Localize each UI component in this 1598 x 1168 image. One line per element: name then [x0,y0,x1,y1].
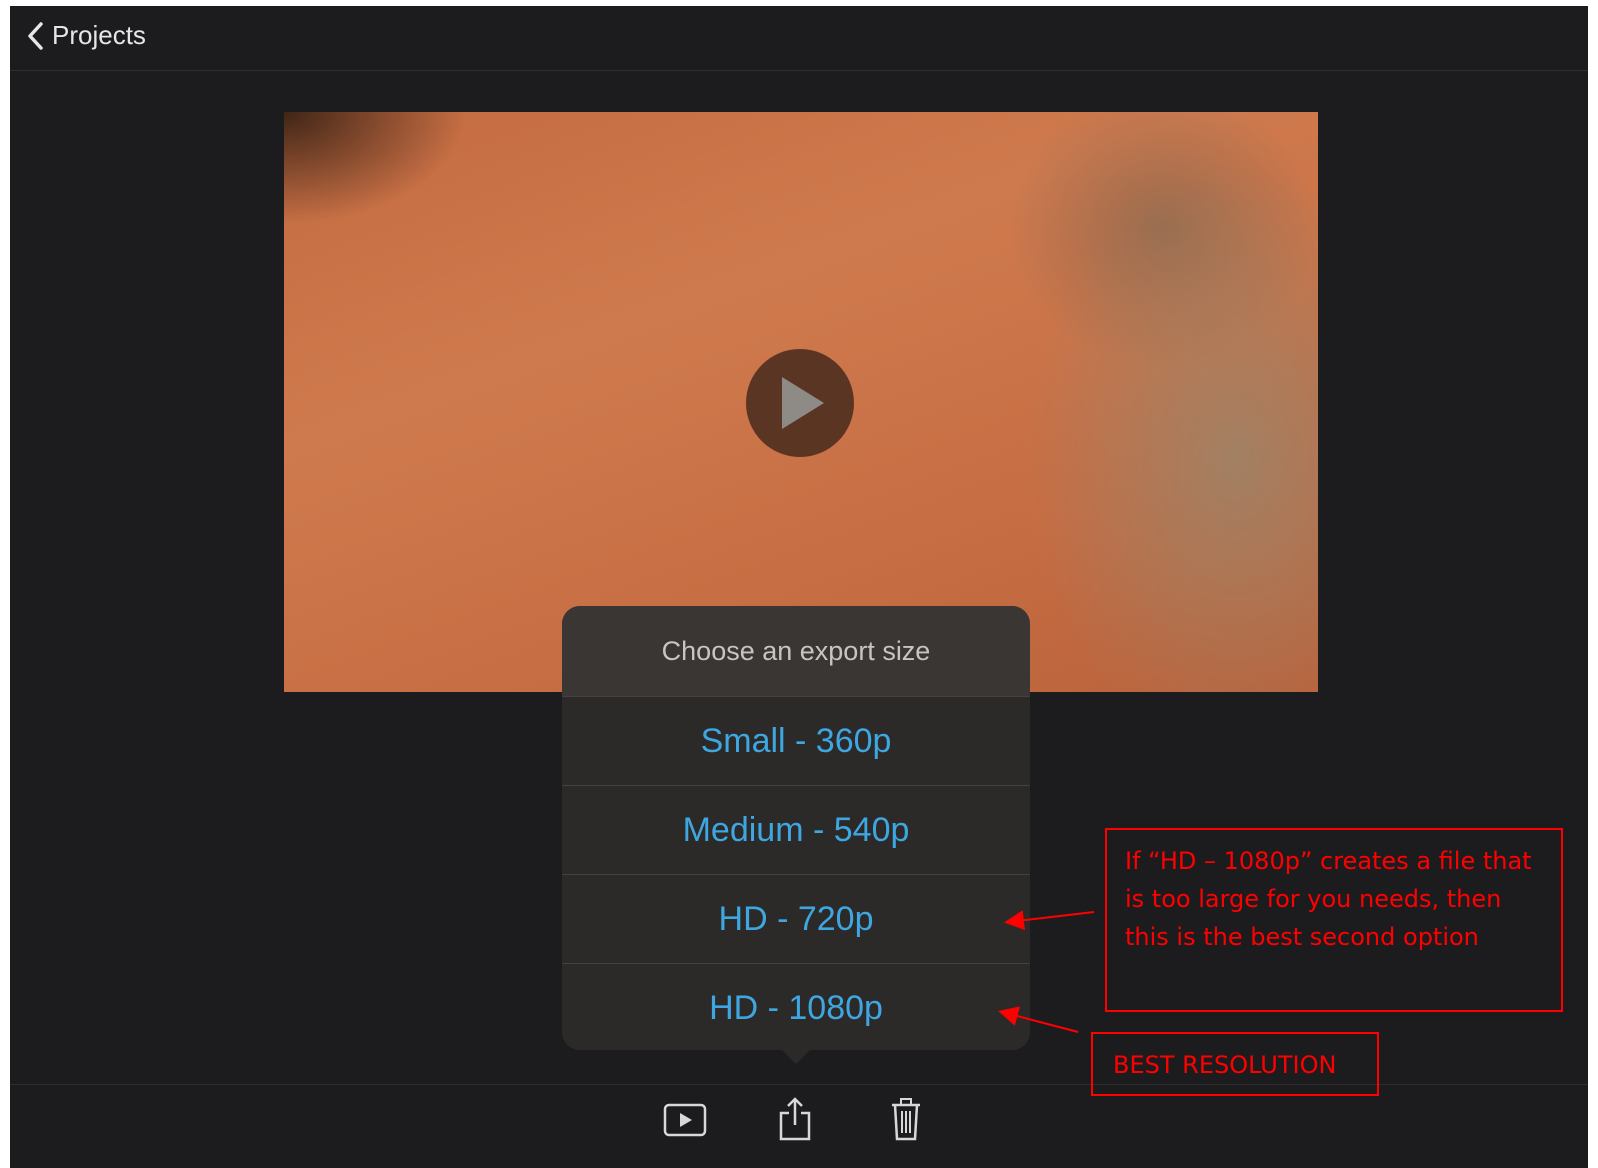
play-video-button[interactable] [746,349,854,457]
back-button-label: Projects [52,20,146,50]
export-option-small[interactable]: Small - 360p [562,697,1030,786]
video-preview[interactable] [284,112,1318,692]
popover-arrow [782,1050,810,1064]
trash-icon [892,1098,920,1141]
top-navigation-bar: Projects [10,6,1588,71]
chevron-left-icon [28,21,43,50]
popover-title: Choose an export size [562,606,1030,697]
export-option-hd-720[interactable]: HD - 720p [562,875,1030,964]
export-option-medium[interactable]: Medium - 540p [562,786,1030,875]
delete-button[interactable] [890,1097,922,1146]
export-option-hd-1080[interactable]: HD - 1080p [562,964,1030,1050]
annotation-best-resolution: BEST RESOLUTION [1091,1032,1379,1096]
share-icon [779,1097,811,1141]
play-rectangle-icon [663,1103,707,1137]
annotation-second-best: If “HD – 1080p” creates a file that is t… [1105,828,1563,1012]
share-button[interactable] [778,1097,812,1146]
bottom-toolbar [10,1084,1588,1168]
back-button[interactable]: Projects [26,20,146,51]
export-size-popover: Choose an export size Small - 360p Mediu… [562,606,1030,1064]
play-icon [782,377,824,429]
play-project-button[interactable] [663,1103,707,1142]
